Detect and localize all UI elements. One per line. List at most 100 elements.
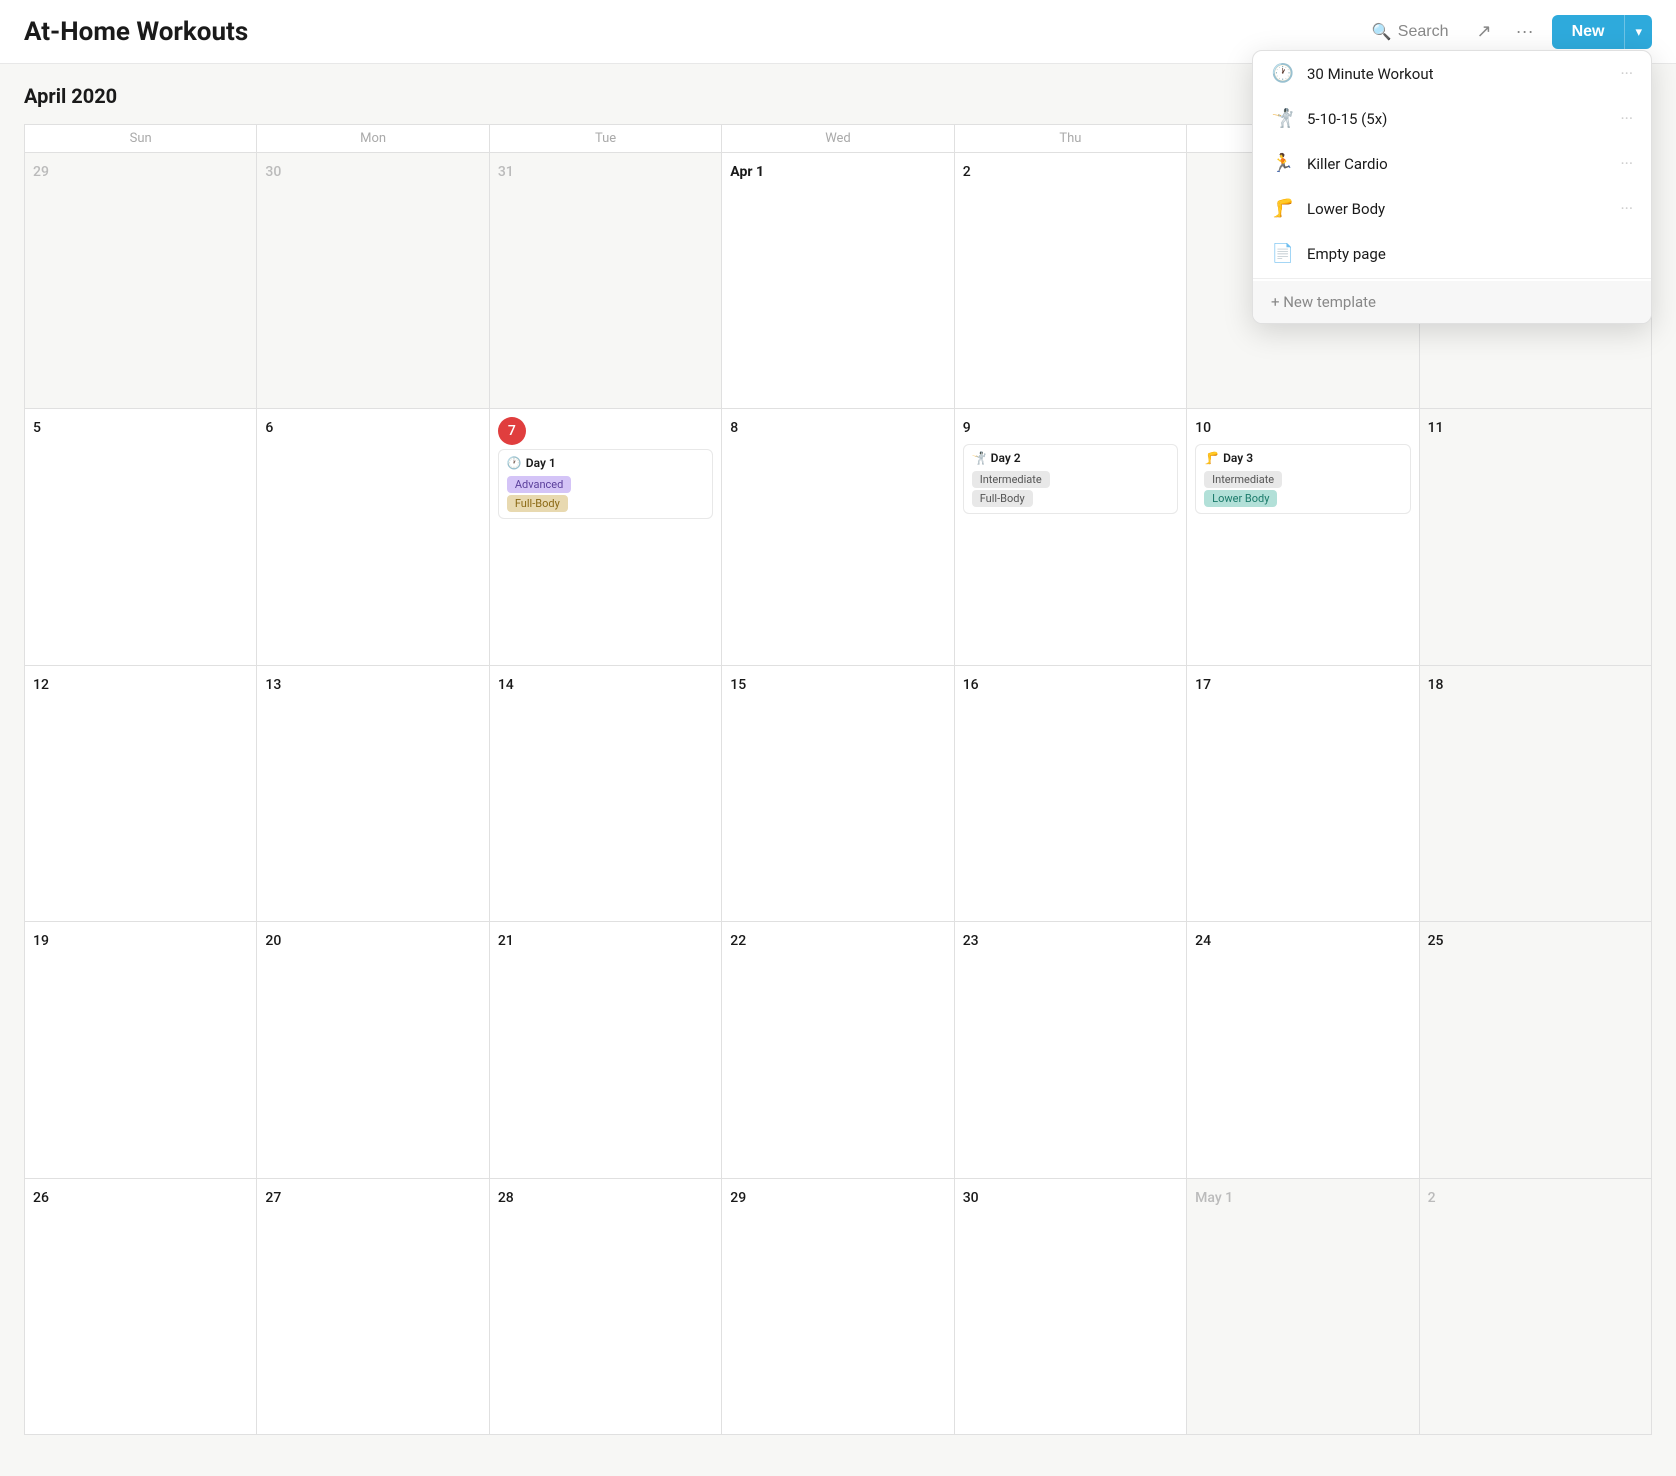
tag-advanced: Advanced	[507, 476, 571, 493]
cal-cell-apr21[interactable]: 21	[490, 922, 722, 1178]
date-num: 9	[963, 420, 971, 436]
cal-cell-apr22[interactable]: 22	[722, 922, 954, 1178]
date-num: 29	[33, 164, 49, 180]
search-icon: 🔍	[1372, 22, 1392, 42]
date-num: 19	[33, 933, 49, 949]
event-day3-title: 🦵 Day 3	[1204, 451, 1401, 465]
menu-item-51015-label: 5-10-15 (5x)	[1307, 110, 1608, 128]
date-num: 26	[33, 1190, 49, 1206]
new-button-group: New ▾	[1552, 15, 1652, 49]
date-num: 8	[730, 420, 738, 436]
more-button[interactable]: ···	[1510, 15, 1540, 48]
cal-cell-apr1[interactable]: Apr 1	[722, 153, 954, 409]
date-num: 2	[1428, 1190, 1436, 1206]
menu-item-51015-icon: 🤺	[1271, 108, 1295, 129]
cal-cell-apr29[interactable]: 29	[722, 1179, 954, 1435]
cal-cell-apr24[interactable]: 24	[1187, 922, 1419, 1178]
event-day3-tags: Intermediate Lower Body	[1204, 469, 1401, 507]
date-num: 13	[265, 677, 281, 693]
date-num: 20	[265, 933, 281, 949]
cal-cell-apr30[interactable]: 30	[955, 1179, 1187, 1435]
dow-wed: Wed	[722, 125, 954, 153]
cal-cell-apr25[interactable]: 25	[1420, 922, 1652, 1178]
tag-full-body-gray: Full-Body	[972, 490, 1033, 507]
new-button[interactable]: New	[1552, 15, 1625, 49]
date-num: 5	[33, 420, 41, 436]
tag-lower-body: Lower Body	[1204, 490, 1277, 507]
date-num: 14	[498, 677, 514, 693]
event-day3-icon: 🦵	[1204, 451, 1219, 465]
date-num: 16	[963, 677, 979, 693]
menu-item-lowerbody[interactable]: 🦵 Lower Body ···	[1253, 186, 1651, 231]
menu-item-lowerbody-label: Lower Body	[1307, 200, 1608, 218]
event-day1-icon: 🕐	[507, 456, 522, 470]
cal-cell-mar31[interactable]: 31	[490, 153, 722, 409]
date-num: 29	[730, 1190, 746, 1206]
search-button[interactable]: 🔍 Search	[1362, 16, 1459, 48]
date-num: 30	[963, 1190, 979, 1206]
menu-item-51015-more[interactable]: ···	[1620, 109, 1633, 128]
expand-button[interactable]: ↗	[1470, 15, 1497, 48]
cal-cell-apr28[interactable]: 28	[490, 1179, 722, 1435]
event-day2[interactable]: 🤺 Day 2 Intermediate Full-Body	[963, 444, 1178, 514]
menu-item-30min[interactable]: 🕐 30 Minute Workout ···	[1253, 51, 1651, 96]
new-button-arrow[interactable]: ▾	[1624, 15, 1652, 49]
date-num: 23	[963, 933, 979, 949]
menu-item-lowerbody-more[interactable]: ···	[1620, 199, 1633, 218]
date-num: 21	[498, 933, 514, 949]
cal-cell-apr26[interactable]: 26	[25, 1179, 257, 1435]
date-num: 18	[1428, 677, 1444, 693]
cal-cell-apr27[interactable]: 27	[257, 1179, 489, 1435]
menu-item-killercardio[interactable]: 🏃 Killer Cardio ···	[1253, 141, 1651, 186]
dow-tue: Tue	[490, 125, 722, 153]
cal-cell-apr23[interactable]: 23	[955, 922, 1187, 1178]
cal-cell-apr20[interactable]: 20	[257, 922, 489, 1178]
menu-item-killercardio-icon: 🏃	[1271, 153, 1295, 174]
cal-cell-apr16[interactable]: 16	[955, 666, 1187, 922]
date-num: 10	[1195, 420, 1211, 436]
app-title: At-Home Workouts	[24, 17, 1362, 47]
menu-item-30min-icon: 🕐	[1271, 63, 1295, 84]
menu-item-killercardio-label: Killer Cardio	[1307, 155, 1608, 173]
menu-item-51015[interactable]: 🤺 5-10-15 (5x) ···	[1253, 96, 1651, 141]
tag-intermediate-2: Intermediate	[1204, 471, 1282, 488]
menu-new-template[interactable]: + New template	[1253, 281, 1651, 323]
menu-item-killercardio-more[interactable]: ···	[1620, 154, 1633, 173]
menu-item-emptypage[interactable]: 📄 Empty page	[1253, 231, 1651, 276]
cal-cell-apr13[interactable]: 13	[257, 666, 489, 922]
cal-cell-apr17[interactable]: 17	[1187, 666, 1419, 922]
date-num: 11	[1428, 420, 1444, 436]
cal-cell-apr5[interactable]: 5	[25, 409, 257, 665]
event-day1[interactable]: 🕐 Day 1 Advanced Full-Body	[498, 449, 713, 519]
cal-cell-apr2[interactable]: 2	[955, 153, 1187, 409]
cal-cell-apr14[interactable]: 14	[490, 666, 722, 922]
menu-item-emptypage-icon: 📄	[1271, 243, 1295, 264]
new-template-label: + New template	[1271, 293, 1376, 311]
cal-cell-mar29[interactable]: 29	[25, 153, 257, 409]
date-num: 27	[265, 1190, 281, 1206]
dropdown-menu: 🕐 30 Minute Workout ··· 🤺 5-10-15 (5x) ·…	[1252, 50, 1652, 324]
date-num: 22	[730, 933, 746, 949]
menu-item-30min-more[interactable]: ···	[1620, 64, 1633, 83]
cal-cell-mar30[interactable]: 30	[257, 153, 489, 409]
date-num: 24	[1195, 933, 1211, 949]
menu-item-emptypage-label: Empty page	[1307, 245, 1633, 263]
dow-thu: Thu	[955, 125, 1187, 153]
cal-cell-apr8[interactable]: 8	[722, 409, 954, 665]
cal-cell-may1[interactable]: May 1	[1187, 1179, 1419, 1435]
event-day3[interactable]: 🦵 Day 3 Intermediate Lower Body	[1195, 444, 1410, 514]
date-num-today: 7	[498, 417, 526, 445]
event-day2-icon: 🤺	[972, 451, 987, 465]
cal-cell-apr9[interactable]: 9 🤺 Day 2 Intermediate Full-Body	[955, 409, 1187, 665]
cal-cell-apr12[interactable]: 12	[25, 666, 257, 922]
cal-cell-apr10[interactable]: 10 🦵 Day 3 Intermediate Lower Body	[1187, 409, 1419, 665]
cal-cell-apr18[interactable]: 18	[1420, 666, 1652, 922]
cal-cell-may2[interactable]: 2	[1420, 1179, 1652, 1435]
event-day1-tags: Advanced Full-Body	[507, 474, 704, 512]
cal-cell-apr7[interactable]: 7 🕐 Day 1 Advanced Full-Body	[490, 409, 722, 665]
cal-cell-apr19[interactable]: 19	[25, 922, 257, 1178]
cal-cell-apr6[interactable]: 6	[257, 409, 489, 665]
header-actions: 🔍 Search ↗ ··· New ▾	[1362, 15, 1652, 49]
cal-cell-apr11[interactable]: 11	[1420, 409, 1652, 665]
cal-cell-apr15[interactable]: 15	[722, 666, 954, 922]
